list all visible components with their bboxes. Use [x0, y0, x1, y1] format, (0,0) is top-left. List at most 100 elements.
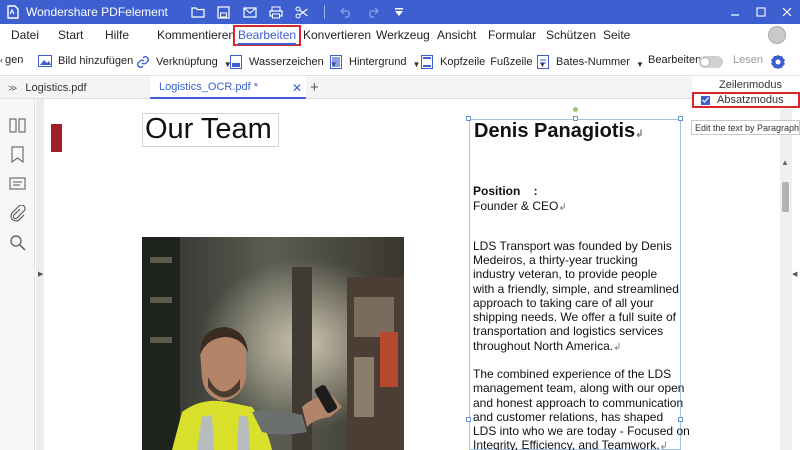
- read-mode-label[interactable]: Lesen: [733, 54, 763, 66]
- bio-line[interactable]: and customer relations, has shaped: [473, 410, 663, 425]
- bio-line[interactable]: shipping needs. We offer a full suite of: [473, 310, 676, 325]
- line-mode-label: Zeilenmodus: [719, 79, 782, 91]
- menu-start[interactable]: Start: [58, 28, 83, 42]
- app-logo-icon: [7, 5, 19, 19]
- save-icon[interactable]: [216, 4, 232, 20]
- toolbar-separator: [323, 5, 325, 19]
- app-title: Wondershare PDFelement: [26, 5, 168, 19]
- open-folder-icon[interactable]: [190, 4, 206, 20]
- comment-icon[interactable]: [9, 176, 26, 193]
- bio-line[interactable]: industry veteran, to provide people: [473, 267, 657, 282]
- close-button[interactable]: [774, 0, 800, 24]
- quick-access-dropdown-icon[interactable]: [391, 4, 407, 20]
- left-sidebar: [0, 99, 35, 450]
- background-button[interactable]: Hintergrund ▼: [329, 54, 420, 69]
- menu-werkzeug[interactable]: Werkzeug: [376, 28, 430, 42]
- scissors-icon[interactable]: [294, 4, 310, 20]
- thumbnails-icon[interactable]: [9, 117, 26, 134]
- collapse-right-panel-icon[interactable]: ◀: [792, 270, 797, 278]
- search-icon[interactable]: [9, 234, 26, 251]
- avatar[interactable]: [768, 26, 786, 44]
- bio-line-text: Integrity, Efficiency, and Teamwork.: [473, 438, 660, 450]
- resize-handle[interactable]: [678, 116, 683, 121]
- person-name[interactable]: Denis Panagiotis↲: [474, 120, 644, 143]
- edit-mode-dropdown: Zeilenmodus Absatzmodus: [692, 77, 800, 109]
- vertical-scrollbar[interactable]: [780, 99, 792, 450]
- pilcrow-mark: ↲: [558, 202, 567, 213]
- team-photo[interactable]: [142, 237, 404, 450]
- resize-handle[interactable]: [466, 417, 471, 422]
- bio-line[interactable]: and honest approach to communication: [473, 396, 683, 411]
- edit-mode-label[interactable]: Bearbeiten: [648, 54, 701, 66]
- edit-settings-gear-icon[interactable]: [770, 54, 786, 70]
- bio-line[interactable]: The combined experience of the LDS: [473, 367, 671, 382]
- bookmark-icon[interactable]: [9, 146, 26, 163]
- menu-formular[interactable]: Formular: [488, 28, 536, 42]
- checkbox-checked-icon[interactable]: [701, 95, 710, 105]
- menu-seite[interactable]: Seite: [603, 28, 630, 42]
- document-tab-bar: ≫ Logistics.pdf Logistics_OCR.pdf * ✕: [0, 77, 800, 99]
- menu-ansicht[interactable]: Ansicht: [437, 28, 476, 42]
- bio-line[interactable]: Medeiros, a thirty-year trucking: [473, 253, 638, 268]
- menu-konvertieren[interactable]: Konvertieren: [303, 28, 371, 42]
- bio-line[interactable]: LDS Transport was founded by Denis: [473, 239, 672, 254]
- position-value[interactable]: Founder & CEO↲: [473, 199, 567, 215]
- page-heading[interactable]: Our Team: [145, 113, 272, 146]
- menu-kommentieren[interactable]: Kommentieren: [157, 28, 235, 42]
- link-button[interactable]: Verknüpfung ▼: [136, 54, 232, 69]
- add-image-button[interactable]: Bild hinzufügen: [38, 54, 133, 68]
- edit-read-toggle[interactable]: [699, 56, 723, 68]
- bio-line[interactable]: LDS into who we are today - Focused on: [473, 424, 690, 439]
- bio-line[interactable]: approach to taking care of all your: [473, 296, 654, 311]
- header-footer-icon: [420, 54, 434, 69]
- toolbar-scroll-left[interactable]: ‹ gen: [0, 54, 23, 66]
- active-underline: [238, 43, 297, 45]
- tab-logistics-ocr[interactable]: Logistics_OCR.pdf * ✕: [150, 77, 306, 99]
- collapse-sidebar-icon[interactable]: ▶: [38, 270, 43, 278]
- paragraph-mode-label: Absatzmodus: [717, 94, 784, 106]
- menu-datei[interactable]: Datei: [11, 28, 39, 42]
- undo-icon[interactable]: [339, 4, 355, 20]
- menu-hilfe[interactable]: Hilfe: [105, 28, 129, 42]
- bates-label: Bates-Nummer: [556, 55, 630, 68]
- toggle-knob: [700, 57, 710, 67]
- resize-handle[interactable]: [678, 417, 683, 422]
- tab-logistics[interactable]: ≫ Logistics.pdf: [0, 77, 150, 99]
- menu-bar: Datei Start Hilfe Kommentieren Bearbeite…: [0, 24, 800, 48]
- resize-handle[interactable]: [466, 116, 471, 121]
- scroll-thumb[interactable]: [782, 182, 789, 212]
- bio-line[interactable]: with a friendly, simple, and streamlined: [473, 282, 679, 297]
- print-icon[interactable]: [268, 4, 284, 20]
- footer-label: Fußzeile: [490, 55, 533, 68]
- close-tab-icon[interactable]: ✕: [292, 81, 302, 95]
- double-chevron-icon[interactable]: ≫: [8, 83, 17, 94]
- pilcrow-mark: ↲: [635, 129, 644, 140]
- add-tab-icon[interactable]: +: [310, 79, 319, 96]
- bates-icon: [536, 54, 550, 69]
- menu-schuetzen[interactable]: Schützen: [546, 28, 596, 42]
- watermark-icon: [229, 54, 243, 69]
- tab-label: Logistics_OCR.pdf *: [159, 81, 259, 93]
- minimize-button[interactable]: [722, 0, 748, 24]
- read-label: Lesen: [733, 54, 763, 66]
- bio-line[interactable]: Integrity, Efficiency, and Teamwork.↲: [473, 438, 668, 450]
- bio-line[interactable]: throughout North America.↲: [473, 339, 621, 355]
- bio-line[interactable]: management team, along with our open: [473, 381, 684, 396]
- person-name-text: Denis Panagiotis: [474, 120, 636, 142]
- line-mode-option[interactable]: Zeilenmodus: [692, 77, 800, 93]
- maximize-button[interactable]: [748, 0, 774, 24]
- position-value-text: Founder & CEO: [473, 199, 559, 213]
- title-bar: Wondershare PDFelement: [0, 0, 800, 24]
- watermark-button[interactable]: Wasserzeichen ▼: [229, 54, 338, 69]
- header-footer-button[interactable]: Kopfzeile Fußzeile ▼: [420, 54, 546, 69]
- mail-icon[interactable]: [242, 4, 258, 20]
- scroll-up-arrow-icon[interactable]: ▲: [781, 158, 789, 167]
- rotate-handle[interactable]: [573, 107, 578, 112]
- bates-number-button[interactable]: Bates-Nummer ▼: [536, 54, 644, 69]
- attachment-icon[interactable]: [9, 205, 26, 222]
- paragraph-mode-option[interactable]: Absatzmodus: [692, 92, 800, 108]
- redo-icon[interactable]: [365, 4, 381, 20]
- menu-bearbeiten[interactable]: Bearbeiten: [233, 25, 302, 46]
- bio-line[interactable]: transportation and logistics services: [473, 324, 663, 339]
- position-label[interactable]: Position :: [473, 184, 538, 199]
